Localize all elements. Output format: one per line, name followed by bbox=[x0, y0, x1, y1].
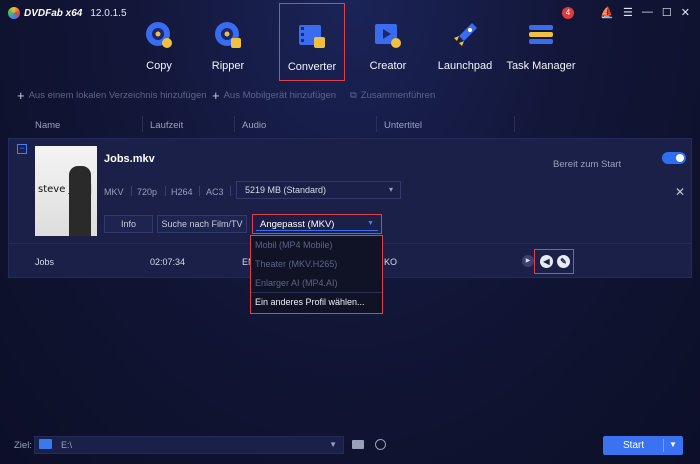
profile-select-value: Angepasst (MKV) bbox=[260, 219, 335, 230]
globe-icon[interactable] bbox=[375, 439, 386, 450]
merge-label: Zusammenführen bbox=[360, 90, 436, 101]
meta-divider bbox=[199, 186, 200, 196]
start-button[interactable]: Start ▼ bbox=[603, 436, 683, 455]
dropdown-divider bbox=[251, 292, 382, 293]
add-mobile-label: Aus Mobilgerät hinzufügen bbox=[223, 90, 337, 101]
track-name: Jobs bbox=[35, 257, 55, 267]
size-select-value: 5219 MB (Standard) bbox=[245, 185, 327, 195]
profile-option[interactable]: Mobil (MP4 Mobile) bbox=[255, 240, 333, 250]
column-name[interactable]: Name bbox=[35, 120, 60, 131]
status-text: Bereit zum Start bbox=[553, 159, 622, 170]
profile-option[interactable]: Theater (MKV.H265) bbox=[255, 259, 337, 269]
column-divider bbox=[234, 116, 235, 132]
module-label: Task Manager bbox=[506, 60, 576, 72]
converter-film-icon bbox=[297, 21, 327, 51]
copy-disc-icon bbox=[144, 20, 174, 50]
module-creator[interactable]: Creator bbox=[355, 18, 421, 78]
info-button[interactable]: Info bbox=[104, 215, 153, 233]
meta-resolution: 720p bbox=[137, 187, 158, 197]
module-ripper[interactable]: Ripper bbox=[195, 18, 261, 78]
size-select[interactable]: 5219 MB (Standard) ▾ bbox=[236, 181, 401, 199]
close-window-icon[interactable]: ✕ bbox=[681, 6, 690, 19]
meta-container: MKV bbox=[104, 187, 124, 197]
chevron-down-icon: ▾ bbox=[388, 185, 393, 194]
profile-option-other[interactable]: Ein anderes Profil wählen... bbox=[255, 297, 365, 307]
minimize-icon[interactable]: — bbox=[642, 6, 653, 19]
plus-icon: + bbox=[212, 87, 220, 103]
task-title: Jobs.mkv bbox=[104, 153, 155, 165]
module-launchpad[interactable]: Launchpad bbox=[432, 18, 498, 78]
folder-icon bbox=[39, 439, 52, 449]
start-label: Start bbox=[623, 440, 645, 451]
creator-film-icon bbox=[373, 20, 403, 50]
task-stack-icon bbox=[526, 20, 556, 50]
chevron-down-icon: ▼ bbox=[329, 440, 337, 449]
maximize-icon[interactable]: ☐ bbox=[662, 6, 672, 19]
profile-select-field: Angepasst (MKV) ▼ bbox=[256, 217, 378, 231]
chevron-down-icon: ▼ bbox=[367, 220, 374, 227]
rocket-icon bbox=[450, 20, 480, 50]
module-label: Ripper bbox=[211, 60, 245, 72]
poster-figure bbox=[69, 166, 91, 236]
browse-folder-icon[interactable] bbox=[352, 440, 364, 449]
module-label: Converter bbox=[287, 61, 337, 73]
edit-icon[interactable]: ✎ bbox=[557, 255, 570, 268]
module-label: Creator bbox=[369, 60, 407, 72]
start-divider bbox=[663, 439, 664, 452]
remove-task-icon[interactable]: ✕ bbox=[675, 185, 685, 199]
destination-value: E:\ bbox=[61, 440, 73, 450]
column-divider bbox=[376, 116, 377, 132]
settings-wrench-icon[interactable]: ◀ bbox=[540, 255, 553, 268]
window-controls: ⛵ ☰ — ☐ ✕ bbox=[600, 6, 690, 19]
plus-icon: + bbox=[17, 87, 25, 103]
meta-audio-codec: AC3 bbox=[206, 187, 224, 197]
task-toggle[interactable] bbox=[662, 152, 686, 164]
dvdfab-logo-icon bbox=[8, 7, 20, 19]
profile-select[interactable]: Angepasst (MKV) ▼ bbox=[252, 214, 382, 234]
meta-divider bbox=[131, 186, 132, 196]
app-brand: DVDFab x64 bbox=[24, 7, 83, 19]
module-converter[interactable]: Converter bbox=[279, 3, 345, 81]
merge-button[interactable]: ⧉ Zusammenführen bbox=[350, 90, 435, 101]
meta-divider bbox=[165, 186, 166, 196]
merge-icon: ⧉ bbox=[350, 90, 357, 101]
movie-poster: steve jobs| bbox=[35, 146, 97, 236]
play-icon[interactable]: ▶ bbox=[522, 255, 534, 267]
column-runtime[interactable]: Laufzeit bbox=[150, 120, 183, 131]
app-logo: DVDFab x64 12.0.1.5 bbox=[8, 7, 127, 19]
search-movie-button[interactable]: Suche nach Film/TV bbox=[157, 215, 247, 233]
column-audio[interactable]: Audio bbox=[242, 120, 266, 131]
meta-divider bbox=[230, 186, 231, 196]
menu-icon[interactable]: ☰ bbox=[623, 6, 633, 19]
module-label: Launchpad bbox=[437, 60, 493, 72]
add-mobile-button[interactable]: + Aus Mobilgerät hinzufügen bbox=[212, 87, 337, 103]
ripper-disc-icon bbox=[213, 20, 243, 50]
profile-option[interactable]: Enlarger AI (MP4.AI) bbox=[255, 278, 338, 288]
add-local-button[interactable]: + Aus einem lokalen Verzeichnis hinzufüg… bbox=[17, 87, 207, 103]
chevron-down-icon[interactable]: ▼ bbox=[669, 440, 677, 449]
track-runtime: 02:07:34 bbox=[150, 257, 186, 267]
meta-video-codec: H264 bbox=[171, 187, 193, 197]
column-divider bbox=[514, 116, 515, 132]
destination-label: Ziel: bbox=[14, 440, 32, 451]
theme-icon[interactable]: ⛵ bbox=[600, 6, 614, 19]
app-version: 12.0.1.5 bbox=[90, 7, 127, 19]
column-divider bbox=[142, 116, 143, 132]
add-local-label: Aus einem lokalen Verzeichnis hinzufügen bbox=[28, 90, 207, 101]
module-task-manager[interactable]: Task Manager bbox=[506, 18, 576, 78]
module-copy[interactable]: Copy bbox=[126, 18, 192, 78]
track-subtitle[interactable]: KO bbox=[384, 257, 397, 267]
module-label: Copy bbox=[146, 60, 172, 72]
column-subtitle[interactable]: Untertitel bbox=[384, 120, 422, 131]
destination-select[interactable]: E:\ ▼ bbox=[34, 436, 344, 454]
collapse-button[interactable]: − bbox=[17, 144, 27, 154]
profile-dropdown: Mobil (MP4 Mobile) Theater (MKV.H265) En… bbox=[250, 235, 383, 314]
